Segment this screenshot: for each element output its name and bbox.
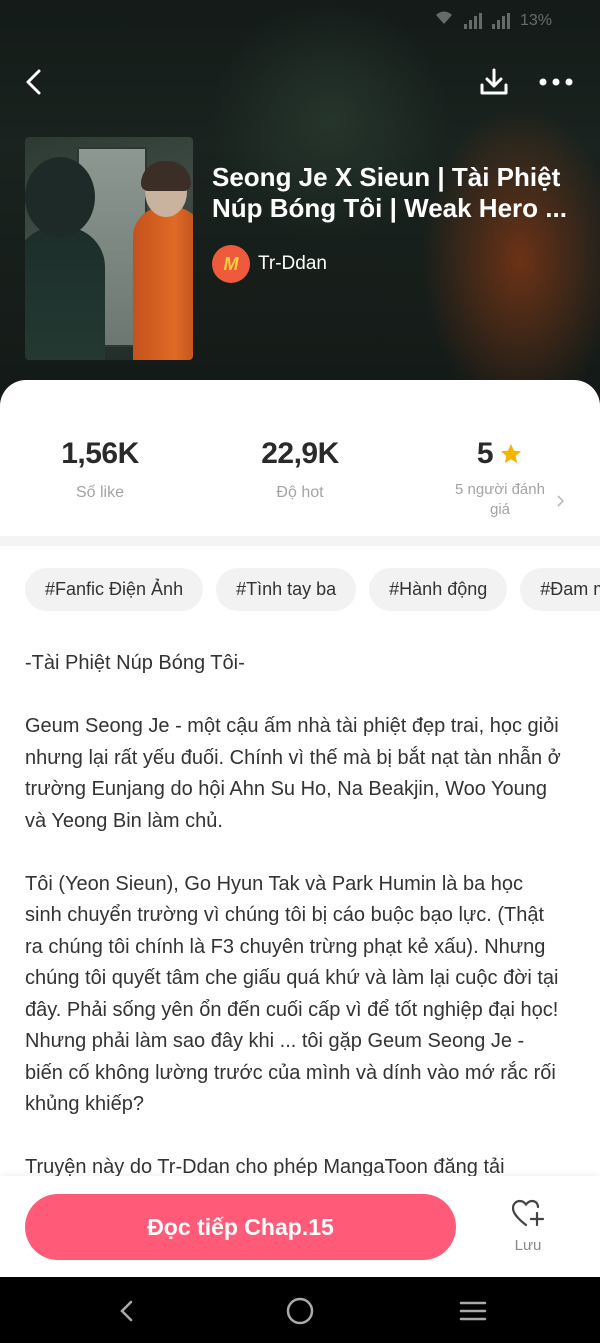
back-icon [26, 69, 41, 95]
more-options-button[interactable] [534, 60, 578, 104]
stat-likes: 1,56K Số like [0, 436, 200, 502]
nav-back-icon [120, 1300, 133, 1322]
chevron-right-icon [555, 492, 565, 513]
signal-icon [463, 12, 482, 29]
save-label: Lưu [514, 1237, 542, 1254]
book-title: Seong Je X Sieun | Tài Phiệt Núp Bóng Tô… [212, 162, 567, 223]
tag-chip[interactable]: #Tình tay ba [216, 568, 357, 611]
save-button[interactable]: Lưu [498, 1198, 558, 1254]
description-paragraph: Tôi (Yeon Sieun), Go Hyun Tak và Park Hu… [25, 872, 559, 1116]
section-divider [0, 536, 600, 546]
bottom-action-bar: Đọc tiếp Chap.15 Lưu [0, 1176, 600, 1277]
stat-rating[interactable]: 5 5 người đánh giá [400, 436, 600, 520]
likes-label: Số like [75, 484, 125, 501]
description-paragraph: -Tài Phiệt Núp Bóng Tôi- [25, 652, 245, 674]
book-cover [25, 137, 193, 360]
nav-back-button[interactable] [107, 1291, 147, 1331]
tag-list: #Fanfic Điện Ảnh #Tình tay ba #Hành động… [25, 568, 600, 611]
hot-value: 22,9K [261, 437, 339, 470]
download-icon [480, 68, 508, 95]
status-bar: 13% [434, 10, 552, 31]
rating-label: 5 người đánh giá [455, 481, 545, 518]
continue-reading-button[interactable]: Đọc tiếp Chap.15 [25, 1194, 456, 1260]
nav-home-button[interactable] [280, 1291, 320, 1331]
stat-hot: 22,9K Độ hot [200, 436, 400, 502]
stats-row: 1,56K Số like 22,9K Độ hot 5 5 người đán… [0, 380, 600, 535]
author-avatar: M [212, 245, 250, 283]
description-paragraph: Geum Seong Je - một cậu ấm nhà tài phiệt… [25, 715, 561, 832]
battery-indicator: 13% [519, 11, 552, 29]
more-icon [539, 78, 573, 86]
signal-icon-2 [491, 12, 510, 29]
author-link[interactable]: M Tr-Ddan [212, 245, 327, 283]
nav-menu-icon [459, 1301, 487, 1321]
author-name: Tr-Ddan [258, 253, 327, 274]
details-card: 1,56K Số like 22,9K Độ hot 5 5 người đán… [0, 380, 600, 1280]
rating-value: 5 [476, 437, 494, 470]
system-nav-bar [0, 1277, 600, 1343]
tag-chip[interactable]: #Hành động [369, 568, 508, 611]
download-button[interactable] [472, 60, 516, 104]
heart-plus-icon [511, 1199, 545, 1227]
back-button[interactable] [12, 60, 56, 104]
wifi-icon [434, 10, 454, 31]
star-icon [501, 444, 522, 463]
description: -Tài Phiệt Núp Bóng Tôi- Geum Seong Je -… [25, 648, 565, 1215]
nav-home-icon [286, 1297, 314, 1325]
tag-chip[interactable]: #Fanfic Điện Ảnh [25, 568, 204, 611]
nav-menu-button[interactable] [453, 1291, 493, 1331]
hot-label: Độ hot [276, 484, 324, 501]
likes-value: 1,56K [61, 437, 139, 470]
tag-chip[interactable]: #Đam m [520, 568, 600, 611]
